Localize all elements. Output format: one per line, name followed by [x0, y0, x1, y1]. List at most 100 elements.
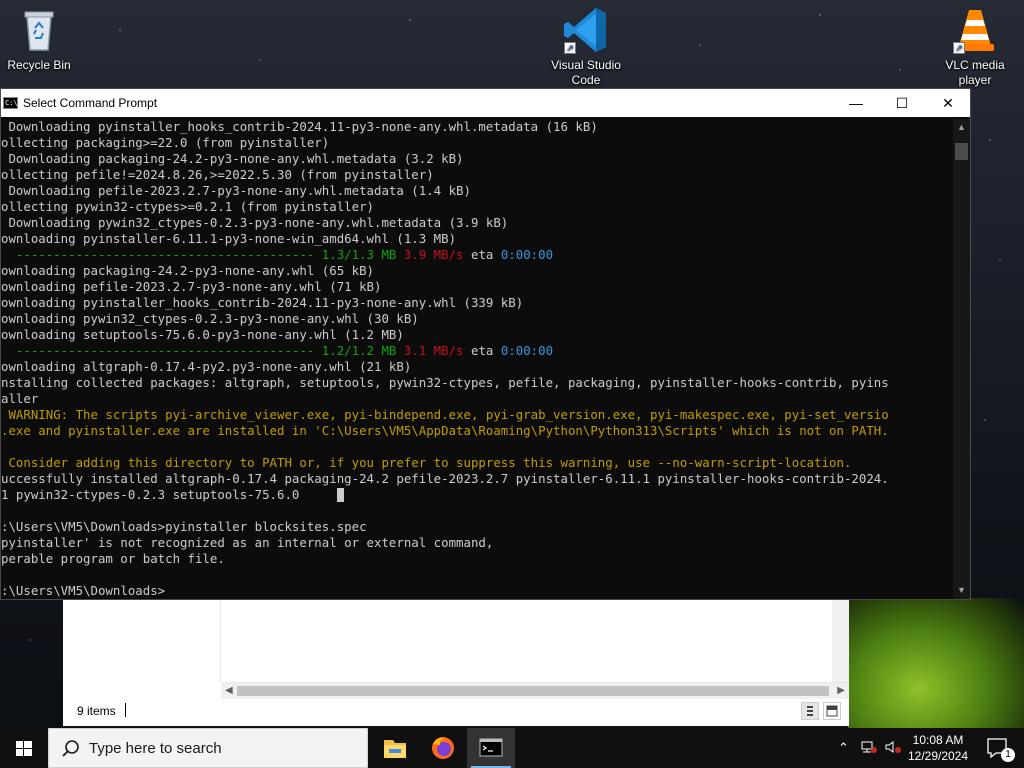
console-text-segment: aller	[1, 391, 39, 406]
vscode-icon: ↗	[562, 6, 610, 54]
console-text-segment: pyinstaller' is not recognized as an int…	[1, 535, 494, 550]
console-line: ownloading pefile-2023.2.7-py3-none-any.…	[1, 279, 953, 295]
show-hidden-icons-chevron-icon[interactable]: ⌃	[838, 740, 849, 756]
console-line: aller	[1, 391, 953, 407]
console-line: pyinstaller' is not recognized as an int…	[1, 535, 953, 551]
console-line: uccessfully installed altgraph-0.17.4 pa…	[1, 471, 953, 487]
maximize-button[interactable]: ☐	[879, 89, 925, 117]
start-button[interactable]	[0, 728, 48, 768]
notification-icon	[987, 738, 1007, 759]
taskbar-search-box[interactable]: Type here to search	[48, 728, 368, 768]
window-titlebar[interactable]: C:\ Select Command Prompt — ☐ ✕	[1, 89, 970, 117]
console-text-segment: :\Users\VM5\Downloads>	[1, 583, 166, 597]
scrollbar-thumb[interactable]	[237, 686, 829, 696]
minimize-button[interactable]: —	[833, 89, 879, 117]
console-text-segment: WARNING: The scripts pyi-archive_viewer.…	[1, 407, 889, 422]
console-text-segment: 0:00:00	[500, 247, 554, 262]
notification-center-button[interactable]: 1	[978, 728, 1018, 768]
console-text-segment: nstalling collected packages: altgraph, …	[1, 375, 889, 390]
console-text-segment: ownloading pyinstaller-6.11.1-py3-none-w…	[1, 231, 457, 246]
console-line: ----------------------------------------…	[1, 343, 953, 359]
console-line: Downloading pyinstaller_hooks_contrib-20…	[1, 119, 953, 135]
navigation-pane[interactable]	[63, 596, 221, 682]
console-line: Downloading pywin32_ctypes-0.2.3-py3-non…	[1, 215, 953, 231]
console-line: perable program or batch file.	[1, 551, 953, 567]
status-bar: 9 items	[63, 699, 849, 723]
firefox-icon	[432, 737, 454, 759]
console-text-segment: eta	[463, 343, 501, 358]
console-line: Downloading packaging-24.2-py3-none-any.…	[1, 151, 953, 167]
search-placeholder: Type here to search	[89, 740, 222, 757]
large-icons-view-button[interactable]	[823, 702, 841, 720]
console-text-segment: ownloading pefile-2023.2.7-py3-none-any.…	[1, 279, 382, 294]
notification-badge: 1	[1001, 748, 1015, 762]
recycle-bin-icon	[15, 6, 63, 54]
desktop-icon-label: Recycle Bin	[7, 58, 71, 72]
console-line: ollecting pefile!=2024.8.26,>=2022.5.30 …	[1, 167, 953, 183]
taskbar-firefox[interactable]	[419, 728, 467, 768]
console-line: ownloading pyinstaller_hooks_contrib-202…	[1, 295, 953, 311]
console-line: ollecting packaging>=22.0 (from pyinstal…	[1, 135, 953, 151]
system-clock[interactable]: 10:08 AM 12/29/2024	[896, 732, 980, 764]
console-text-segment: ollecting pefile!=2024.8.26,>=2022.5.30 …	[1, 167, 434, 182]
command-prompt-app-icon: C:\	[3, 97, 18, 109]
console-text-segment: 3.9 MB/s	[403, 247, 464, 262]
console-text-segment: ownloading packaging-24.2-py3-none-any.w…	[1, 263, 374, 278]
console-line: ownloading packaging-24.2-py3-none-any.w…	[1, 263, 953, 279]
vertical-scrollbar[interactable]	[832, 596, 849, 682]
horizontal-scrollbar[interactable]: ◀ ▶	[221, 682, 849, 699]
console-line: ----------------------------------------…	[1, 247, 953, 263]
console-scrollbar[interactable]: ▲ ▼	[953, 119, 970, 599]
console-text-segment: perable program or batch file.	[1, 551, 225, 566]
taskbar-file-explorer[interactable]	[371, 728, 419, 768]
desktop-icon-vlc[interactable]: ↗ VLC media player	[936, 6, 1014, 88]
console-text-segment: ----------------------------------------	[1, 247, 322, 262]
scroll-up-icon[interactable]: ▲	[953, 119, 970, 136]
scroll-right-icon[interactable]: ▶	[837, 685, 845, 696]
scroll-down-icon[interactable]: ▼	[953, 582, 970, 599]
console-text-segment: ownloading pyinstaller_hooks_contrib-202…	[1, 295, 524, 310]
console-text-segment: Downloading packaging-24.2-py3-none-any.…	[1, 151, 464, 166]
details-view-icon	[807, 706, 813, 716]
console-line: nstalling collected packages: altgraph, …	[1, 375, 953, 391]
text-cursor	[336, 488, 344, 502]
taskbar: Type here to search ⌃ 10:08 AM 12/29/202…	[0, 728, 1024, 768]
console-line: ollecting pywin32-ctypes>=0.2.1 (from py…	[1, 199, 953, 215]
console-line: :\Users\VM5\Downloads>pyinstaller blocks…	[1, 519, 953, 535]
console-text-segment: eta	[463, 247, 501, 262]
console-text-segment: uccessfully installed altgraph-0.17.4 pa…	[1, 471, 889, 486]
close-button[interactable]: ✕	[925, 89, 971, 117]
windows-logo-icon	[16, 741, 32, 756]
window-title: Select Command Prompt	[23, 96, 158, 110]
console-text-segment: Consider adding this directory to PATH o…	[1, 455, 852, 470]
network-icon[interactable]	[860, 739, 878, 758]
console-text-segment: Downloading pyinstaller_hooks_contrib-20…	[1, 119, 598, 134]
console-text-segment: .exe and pyinstaller.exe are installed i…	[1, 423, 889, 438]
console-line: ownloading altgraph-0.17.4-py2.py3-none-…	[1, 359, 953, 375]
scroll-left-icon[interactable]: ◀	[225, 685, 233, 696]
clock-time: 10:08 AM	[912, 733, 964, 747]
console-text-segment: 3.1 MB/s	[403, 343, 464, 358]
scrollbar-thumb[interactable]	[955, 143, 968, 160]
console-line: 1 pywin32-ctypes-0.2.3 setuptools-75.6.0	[1, 487, 953, 503]
console-line: :\Users\VM5\Downloads>	[1, 583, 953, 597]
console-text-segment: ----------------------------------------	[1, 343, 322, 358]
large-icons-view-icon	[826, 705, 838, 717]
command-prompt-icon	[479, 738, 503, 757]
console-output[interactable]: Downloading pyinstaller_hooks_contrib-20…	[1, 119, 953, 597]
console-line: WARNING: The scripts pyi-archive_viewer.…	[1, 407, 953, 423]
console-text-segment: ownloading setuptools-75.6.0-py3-none-an…	[1, 327, 404, 342]
taskbar-command-prompt[interactable]	[467, 728, 515, 768]
console-text-segment: ollecting packaging>=22.0 (from pyinstal…	[1, 135, 330, 150]
console-line: Downloading pefile-2023.2.7-py3-none-any…	[1, 183, 953, 199]
search-icon	[62, 740, 79, 757]
command-prompt-window[interactable]: C:\ Select Command Prompt — ☐ ✕ Download…	[0, 88, 971, 600]
details-view-button[interactable]	[801, 702, 819, 720]
desktop-icon-recycle-bin[interactable]: Recycle Bin	[0, 6, 78, 73]
console-text-segment: 1.2/1.2 MB	[321, 343, 404, 358]
shortcut-arrow-icon: ↗	[953, 42, 965, 54]
console-text-segment: 1.3/1.3 MB	[321, 247, 404, 262]
desktop-icon-vscode[interactable]: ↗ Visual Studio Code	[547, 6, 625, 88]
